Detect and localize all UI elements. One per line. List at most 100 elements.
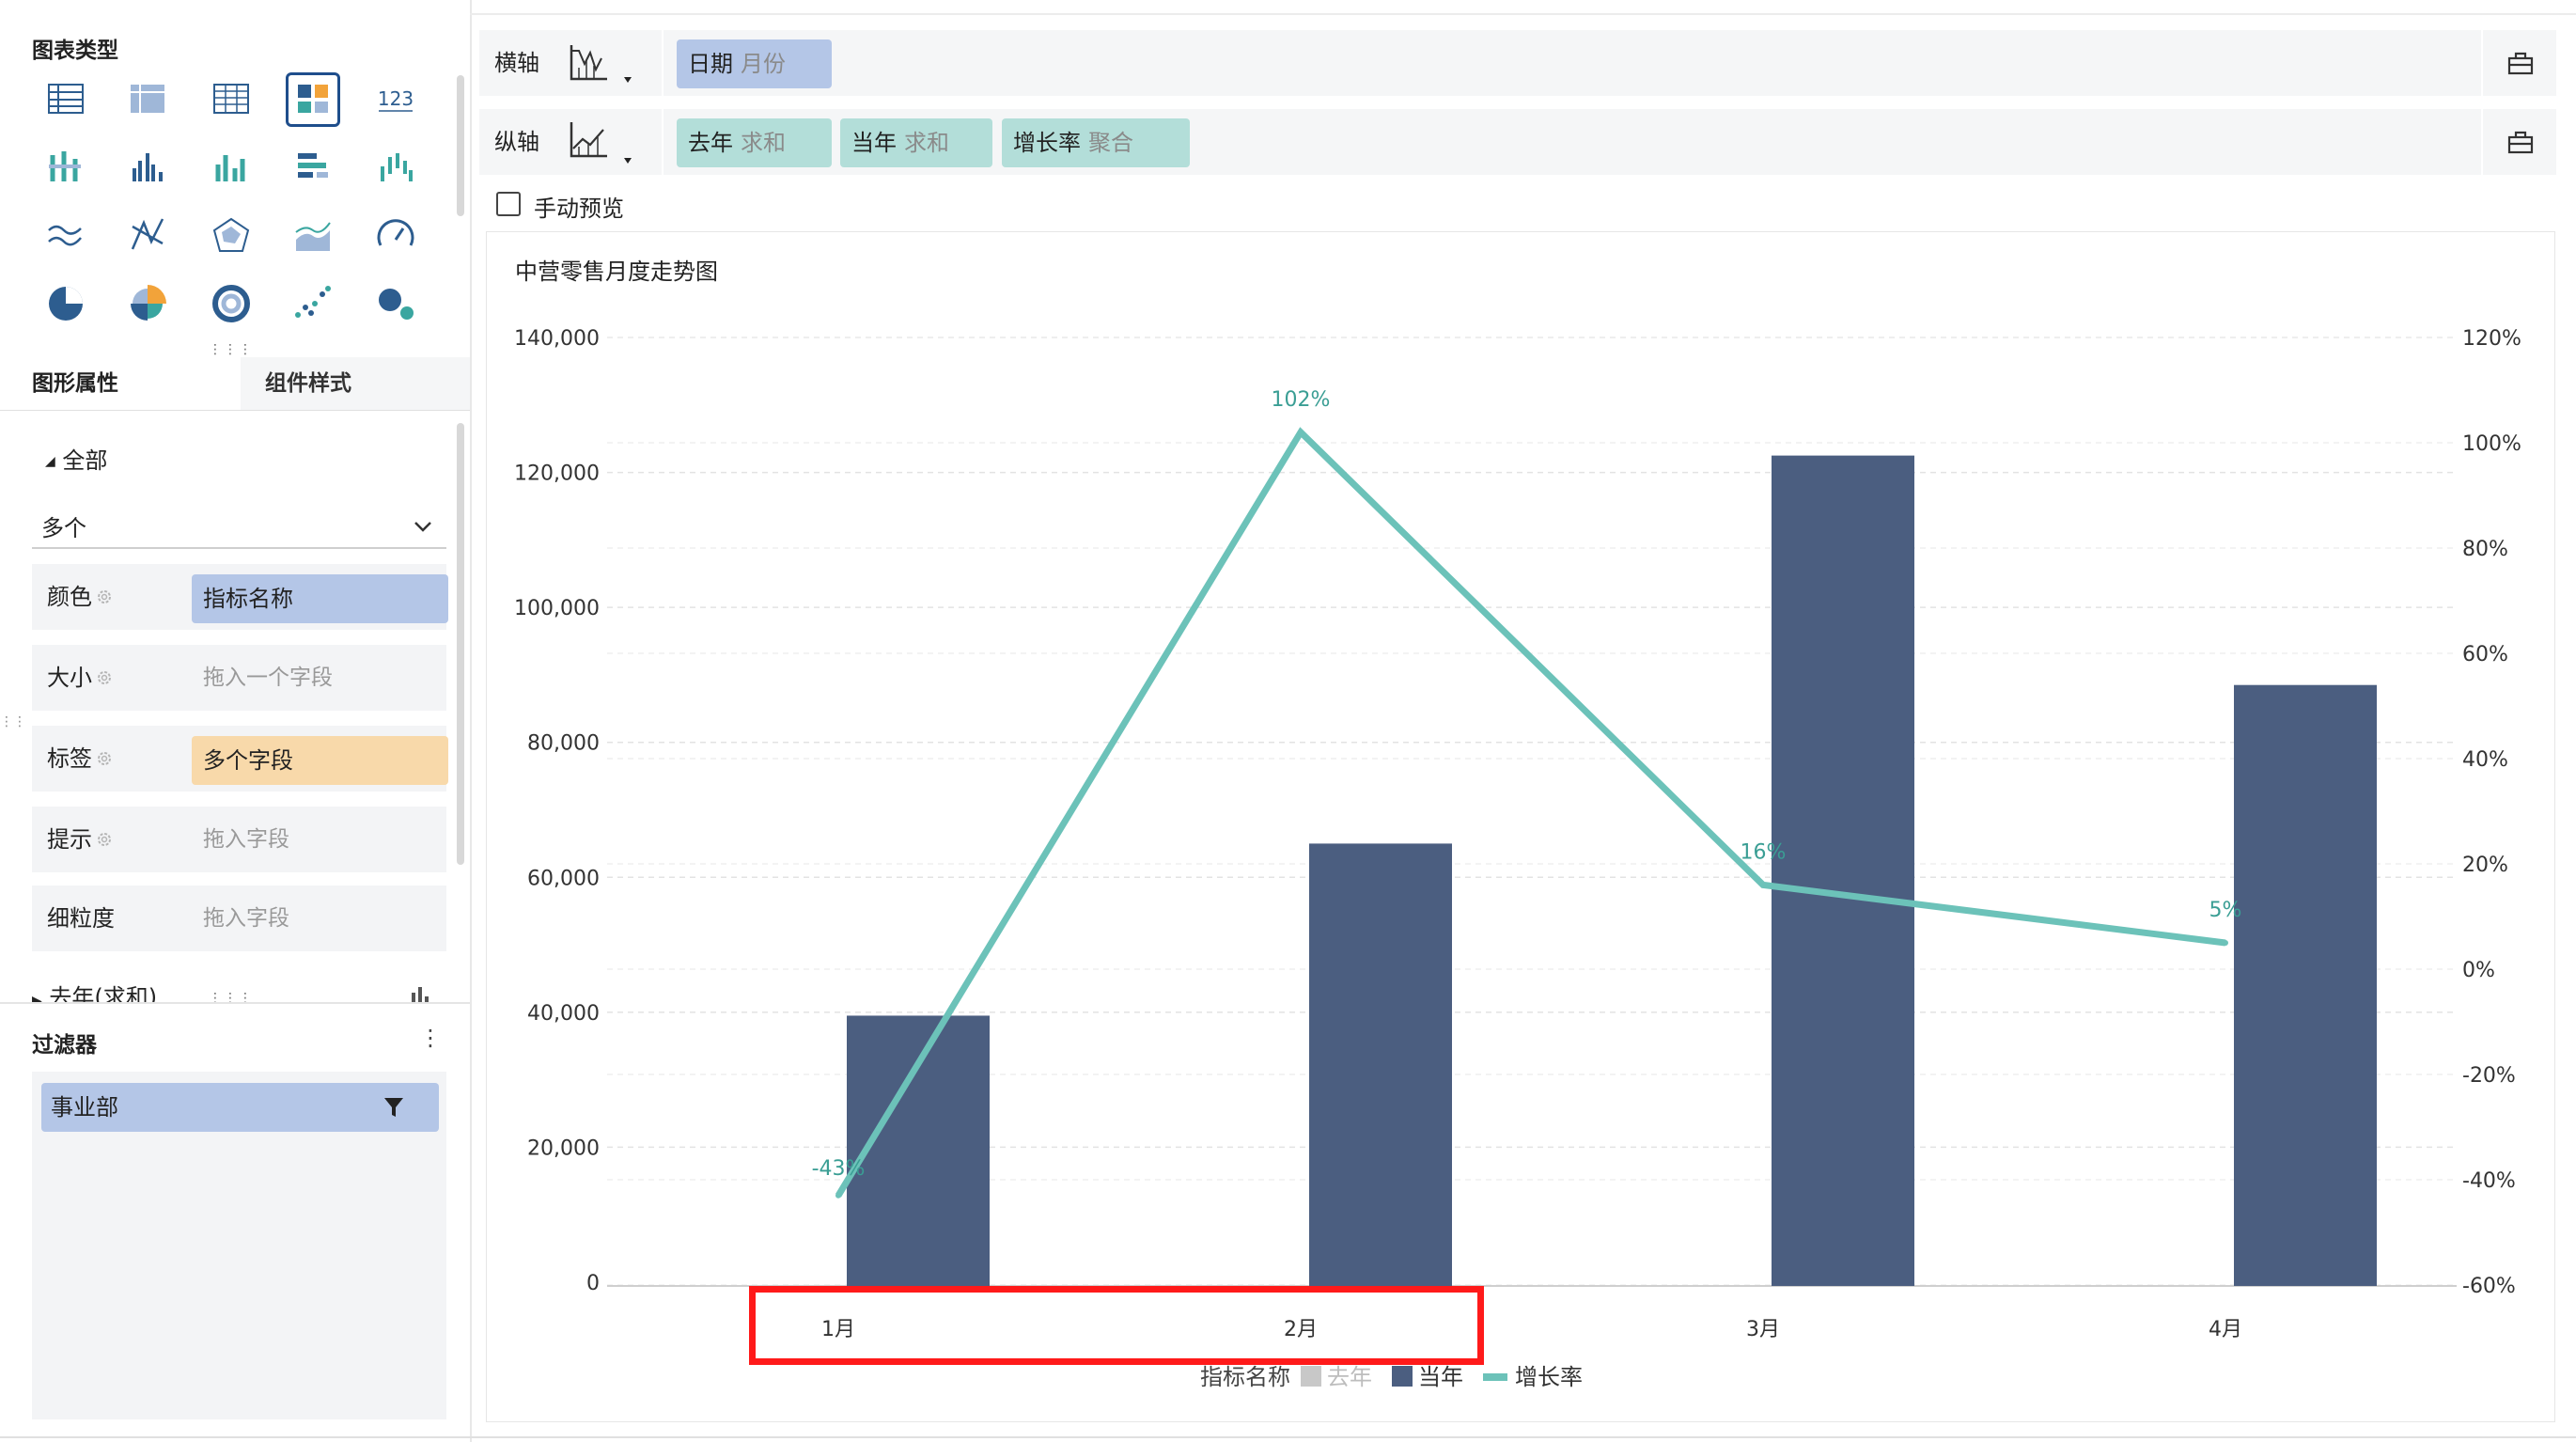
panel-splitter[interactable] (470, 0, 472, 1442)
left-panel: 图表类型 123 ⋮⋮⋮ 图形属性 组件样式 ◢ 全部 多个 颜色 指标名称 大小拖… (0, 0, 470, 1442)
settings-icon[interactable] (96, 669, 113, 686)
properties-scrollbar[interactable] (457, 423, 464, 865)
property-placeholder[interactable]: 拖入字段 (203, 886, 289, 951)
x-axis-caret-icon[interactable] (622, 75, 633, 85)
kpi-number-icon[interactable]: 123 (371, 75, 420, 124)
polar-chart-icon[interactable] (207, 212, 256, 260)
x-field-agg: 月份 (741, 51, 786, 77)
y-field-agg: 求和 (741, 130, 786, 156)
dashboard-table-icon[interactable] (286, 72, 340, 127)
grouped-bar-icon[interactable] (41, 144, 90, 193)
donut-chart-icon[interactable] (207, 279, 256, 328)
y-field-agg: 聚合 (1088, 130, 1133, 156)
filter-chip[interactable]: 事业部 (41, 1083, 439, 1132)
settings-icon[interactable] (96, 831, 113, 848)
shelf-divider (662, 30, 664, 96)
settings-icon[interactable] (96, 750, 113, 767)
stacked-bar-icon[interactable] (289, 144, 337, 193)
toolbox-icon[interactable] (2507, 130, 2534, 154)
manual-preview-label: 手动预览 (534, 196, 624, 222)
bar-chart-small-icon (412, 987, 429, 1004)
property-placeholder[interactable]: 拖入字段 (203, 807, 289, 872)
y-field-name: 增长率 (1013, 130, 1081, 156)
line-data-label: 5% (2209, 899, 2242, 922)
radar-icon[interactable] (123, 212, 172, 260)
filter-drop-area[interactable]: 事业部 (32, 1072, 446, 1419)
filter-title: 过滤器 (32, 1033, 97, 1058)
chevron-down-icon (414, 522, 431, 532)
mark-type-select[interactable]: 多个 (32, 504, 446, 549)
manual-preview-checkbox[interactable] (496, 192, 521, 216)
toolbox-icon[interactable] (2507, 51, 2534, 75)
x-axis-label: 横轴 (494, 50, 539, 76)
y-field-pill-last-year[interactable]: 去年 求和 (677, 118, 832, 167)
right-axis-tick-label: -60% (2462, 1275, 2516, 1298)
left-axis-tick-label: 20,000 (527, 1136, 600, 1160)
legend-swatch-this-year (1392, 1366, 1413, 1387)
caret-down-icon: ◢ (45, 454, 55, 469)
chart-card: 中营零售月度走势图 0 20,000 40,000 60,000 80,000 100,00… (486, 231, 2555, 1422)
chart-canvas: 中营零售月度走势图 0 20,000 40,000 60,000 80,000 100,00… (514, 259, 2521, 1390)
all-label: 全部 (62, 447, 108, 474)
multi-column-icon[interactable] (207, 144, 256, 193)
x-axis-shelf: 横轴 日期 月份 (479, 30, 2556, 96)
color-field-chip[interactable]: 指标名称 (192, 574, 448, 623)
legend-item-last-year: 去年 (1327, 1364, 1372, 1390)
x-axis-tick-label: 3月 (1746, 1318, 1780, 1341)
scatter-icon[interactable] (289, 279, 337, 328)
collapsed-item[interactable]: ▶ 去年(求和) (32, 983, 314, 1002)
column-chart-icon[interactable] (123, 144, 172, 193)
y-field-name: 去年 (688, 130, 733, 156)
settings-icon[interactable] (96, 588, 113, 605)
x-axis-type-icon[interactable] (566, 41, 617, 86)
property-row: 细粒度 拖入字段 (32, 886, 446, 951)
left-axis-tick-label: 140,000 (514, 327, 600, 351)
mark-type-value: 多个 (41, 515, 86, 541)
legend-item-this-year: 当年 (1418, 1364, 1463, 1390)
right-axis-tick-label: 120% (2462, 327, 2521, 351)
cross-table-icon[interactable] (123, 75, 172, 124)
left-axis-tick-label: 80,000 (527, 732, 600, 756)
chart-types-scrollbar[interactable] (457, 75, 464, 216)
x-field-pill[interactable]: 日期 月份 (677, 39, 832, 88)
x-field-name: 日期 (688, 51, 733, 77)
property-placeholder[interactable]: 拖入一个字段 (203, 645, 333, 711)
panel-drag-handle-icon[interactable]: ⋮⋮ (0, 714, 26, 729)
bar (1309, 843, 1452, 1286)
label-fields-chip[interactable]: 多个字段 (192, 736, 448, 785)
all-toggle[interactable]: ◢ 全部 (45, 442, 107, 475)
right-axis-tick-label: -40% (2462, 1169, 2516, 1193)
detail-table-icon[interactable] (207, 75, 256, 124)
filter-more-icon[interactable]: ⋮ (419, 1025, 442, 1051)
pie-chart-icon[interactable] (41, 279, 90, 328)
tab-component-style[interactable]: 组件样式 (242, 357, 468, 410)
highlight-box (749, 1286, 1484, 1365)
waterfall-icon[interactable] (371, 144, 420, 193)
property-row: 标签 多个字段 (32, 726, 448, 792)
property-label: 提示 (47, 826, 92, 853)
top-border (470, 13, 2576, 15)
property-label: 细粒度 (47, 905, 115, 932)
growth-rate-line (835, 427, 2226, 1198)
bubble-chart-icon[interactable] (371, 279, 420, 328)
tab-graph-properties[interactable]: 图形属性 (0, 357, 241, 410)
table-icon[interactable] (41, 75, 90, 124)
y-field-pill-growth[interactable]: 增长率 聚合 (1002, 118, 1190, 167)
legend-title: 指标名称 (1200, 1364, 1290, 1390)
line-point (2223, 940, 2228, 946)
y-field-pill-this-year[interactable]: 当年 求和 (840, 118, 992, 167)
line-point (835, 1192, 841, 1199)
y-axis-type-icon[interactable] (566, 118, 617, 164)
shelf-divider-right (2481, 30, 2483, 96)
rose-chart-icon[interactable] (123, 279, 172, 328)
property-label: 颜色 (47, 584, 92, 610)
shelf-divider (662, 109, 664, 175)
x-axis-tick-label: 4月 (2209, 1318, 2242, 1341)
gauge-icon[interactable] (371, 212, 420, 260)
area-chart-icon[interactable] (289, 212, 337, 260)
right-axis-tick-label: 20% (2462, 854, 2508, 877)
y-axis-caret-icon[interactable] (622, 156, 633, 165)
line-chart-icon[interactable] (41, 212, 90, 260)
funnel-icon[interactable] (383, 1096, 404, 1119)
left-axis-tick-label: 60,000 (527, 867, 600, 890)
